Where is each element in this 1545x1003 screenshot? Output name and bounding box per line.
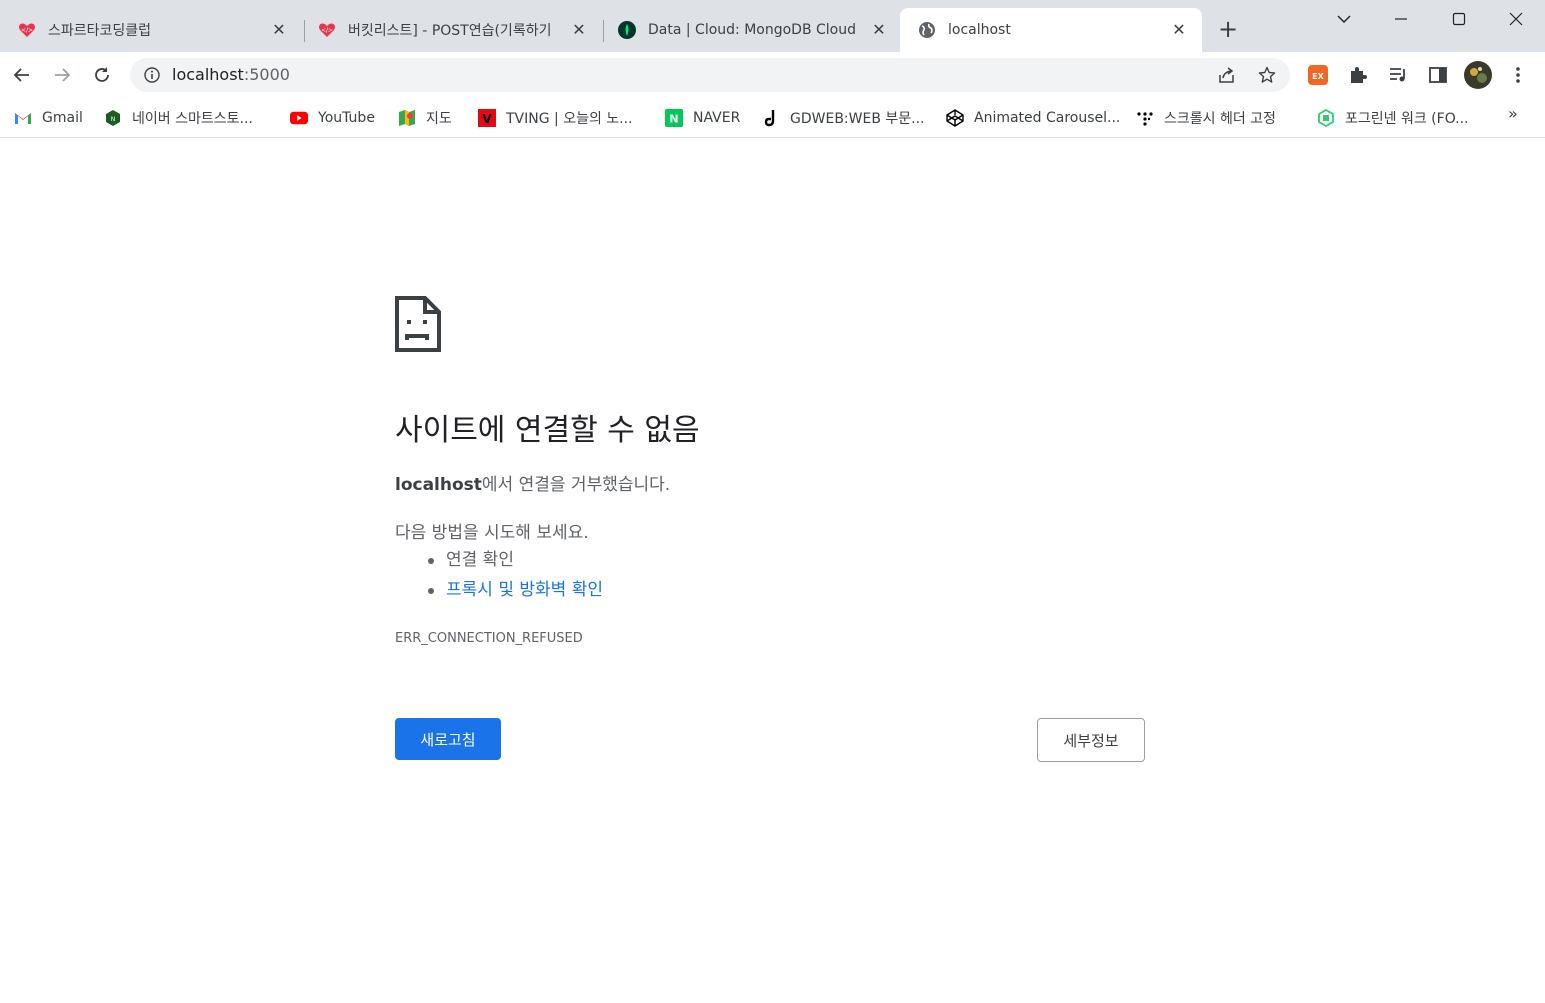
- error-message: localhost에서 연결을 거부했습니다.: [395, 470, 670, 495]
- tab-close-icon[interactable]: ✕: [870, 21, 888, 39]
- bookmark-naver-smartstore[interactable]: N 네이버 스마트스토...: [104, 106, 253, 130]
- side-panel-icon[interactable]: [1427, 64, 1449, 86]
- naver-smartstore-icon: N: [104, 109, 122, 127]
- bookmark-scroll-header[interactable]: 스크롤시 헤더 고정: [1136, 106, 1276, 130]
- bookmark-label: 포그린넨 워크 (FO...: [1345, 111, 1469, 127]
- maximize-button[interactable]: [1430, 0, 1488, 38]
- bookmark-label: NAVER: [693, 110, 741, 126]
- browser-toolbar: localhost:5000 EX: [0, 52, 1545, 98]
- bookmark-star-icon[interactable]: [1257, 65, 1277, 85]
- maximize-icon: [1452, 12, 1466, 26]
- svg-text:</>: </>: [321, 27, 333, 34]
- tab-close-icon[interactable]: ✕: [1170, 21, 1188, 39]
- minimize-button[interactable]: [1372, 0, 1430, 38]
- details-button[interactable]: 세부정보: [1037, 718, 1145, 762]
- sparta-icon: </>: [18, 21, 36, 39]
- bookmarks-bar: Gmail N 네이버 스마트스토... YouTube 지도 V TVING …: [0, 98, 1545, 138]
- url-host: localhost: [172, 65, 244, 84]
- tab-mongodb[interactable]: Data | Cloud: MongoDB Cloud ✕: [600, 8, 902, 52]
- suggestions-list: 연결 확인 프록시 및 방화벽 확인: [428, 545, 603, 605]
- tab-title: localhost: [948, 22, 1011, 38]
- reload-button-primary[interactable]: 새로고침: [395, 718, 501, 760]
- bookmark-youtube[interactable]: YouTube: [290, 106, 375, 130]
- tab-sparta[interactable]: </> 스파르타코딩클럽 ✕: [0, 8, 302, 52]
- bookmark-label: YouTube: [318, 110, 375, 126]
- back-button[interactable]: [7, 60, 37, 90]
- gmail-icon: [14, 109, 32, 127]
- minimize-icon: [1395, 18, 1407, 20]
- fogreen-icon: [1317, 109, 1335, 127]
- suggestion-check-proxy-link[interactable]: 프록시 및 방화벽 확인: [428, 575, 603, 605]
- extension-ex-icon[interactable]: EX: [1307, 64, 1329, 86]
- sparta-icon: </>: [318, 21, 336, 39]
- sad-page-icon: [395, 296, 441, 352]
- close-window-button[interactable]: [1487, 0, 1545, 38]
- bookmark-naver[interactable]: N NAVER: [665, 106, 740, 130]
- forward-button[interactable]: [47, 60, 77, 90]
- bookmark-label: 지도: [426, 111, 452, 127]
- suggestions-heading: 다음 방법을 시도해 보세요.: [395, 523, 589, 543]
- url-text: localhost:5000: [172, 65, 290, 84]
- bookmark-gmail[interactable]: Gmail: [14, 106, 83, 130]
- bookmark-label: TVING | 오늘의 노...: [506, 111, 633, 127]
- bookmark-maps[interactable]: 지도: [398, 106, 452, 130]
- bookmark-label: 네이버 스마트스토...: [132, 111, 253, 127]
- dots-icon: [1136, 109, 1154, 127]
- tab-title: 버킷리스트] - POST연습(기록하기: [348, 23, 552, 39]
- tab-localhost[interactable]: localhost ✕: [900, 8, 1202, 52]
- extensions-puzzle-icon[interactable]: [1347, 64, 1369, 86]
- gdweb-icon: [762, 109, 780, 127]
- address-bar[interactable]: localhost:5000: [130, 58, 1290, 92]
- svg-text:N: N: [669, 113, 678, 126]
- kebab-menu-icon[interactable]: [1507, 64, 1529, 86]
- tab-title: Data | Cloud: MongoDB Cloud: [648, 22, 856, 38]
- error-host: localhost: [395, 475, 482, 495]
- globe-icon: [918, 21, 936, 39]
- tab-close-icon[interactable]: ✕: [570, 21, 588, 39]
- arrow-left-icon: [13, 68, 29, 82]
- youtube-icon: [290, 109, 308, 127]
- tab-bucketlist[interactable]: </> 버킷리스트] - POST연습(기록하기 ✕: [300, 8, 602, 52]
- svg-text:V: V: [482, 112, 492, 126]
- reload-icon: [95, 67, 109, 82]
- tab-close-icon[interactable]: ✕: [270, 21, 288, 39]
- tab-search-button[interactable]: [1315, 0, 1373, 38]
- maps-icon: [398, 109, 416, 127]
- svg-text:N: N: [111, 116, 116, 123]
- error-title: 사이트에 연결할 수 없음: [395, 413, 700, 448]
- tving-icon: V: [478, 109, 496, 127]
- tab-strip: </> 스파르타코딩클럽 ✕ </> 버킷리스트] - POST연습(기록하기 …: [0, 0, 1545, 52]
- naver-icon: N: [665, 109, 683, 127]
- chevron-down-icon: [1337, 15, 1351, 23]
- tab-title: 스파르타코딩클럽: [48, 23, 152, 39]
- bookmark-animated-carousel[interactable]: Animated Carousel...: [946, 106, 1120, 130]
- info-icon[interactable]: [142, 65, 162, 85]
- new-tab-button[interactable]: +: [1214, 16, 1242, 44]
- bookmark-label: Gmail: [42, 110, 83, 126]
- close-icon: [1509, 12, 1523, 26]
- reload-button[interactable]: [87, 60, 117, 90]
- bookmark-fogreen[interactable]: 포그린넨 워크 (FO...: [1317, 106, 1469, 130]
- url-port: :5000: [243, 65, 290, 84]
- bookmarks-overflow-button[interactable]: »: [1508, 104, 1518, 123]
- share-icon[interactable]: [1217, 65, 1237, 85]
- bookmark-label: Animated Carousel...: [974, 110, 1121, 126]
- error-code: ERR_CONNECTION_REFUSED: [395, 631, 583, 646]
- bookmark-label: 스크롤시 헤더 고정: [1164, 111, 1276, 127]
- error-page: 사이트에 연결할 수 없음 localhost에서 연결을 거부했습니다. 다음…: [0, 139, 1545, 1003]
- arrow-right-icon: [55, 68, 71, 82]
- codepen-icon: [946, 109, 964, 127]
- error-message-suffix: 에서 연결을 거부했습니다.: [481, 475, 671, 495]
- bookmark-gdweb[interactable]: GDWEB:WEB 부문...: [762, 106, 925, 130]
- media-control-icon[interactable]: [1387, 64, 1409, 86]
- bookmark-label: GDWEB:WEB 부문...: [790, 111, 925, 127]
- profile-avatar[interactable]: [1464, 61, 1492, 89]
- mongodb-icon: [618, 21, 636, 39]
- bookmark-tving[interactable]: V TVING | 오늘의 노...: [478, 106, 633, 130]
- svg-text:</>: </>: [21, 27, 33, 34]
- suggestion-check-connection: 연결 확인: [428, 545, 603, 575]
- svg-text:EX: EX: [1312, 72, 1324, 81]
